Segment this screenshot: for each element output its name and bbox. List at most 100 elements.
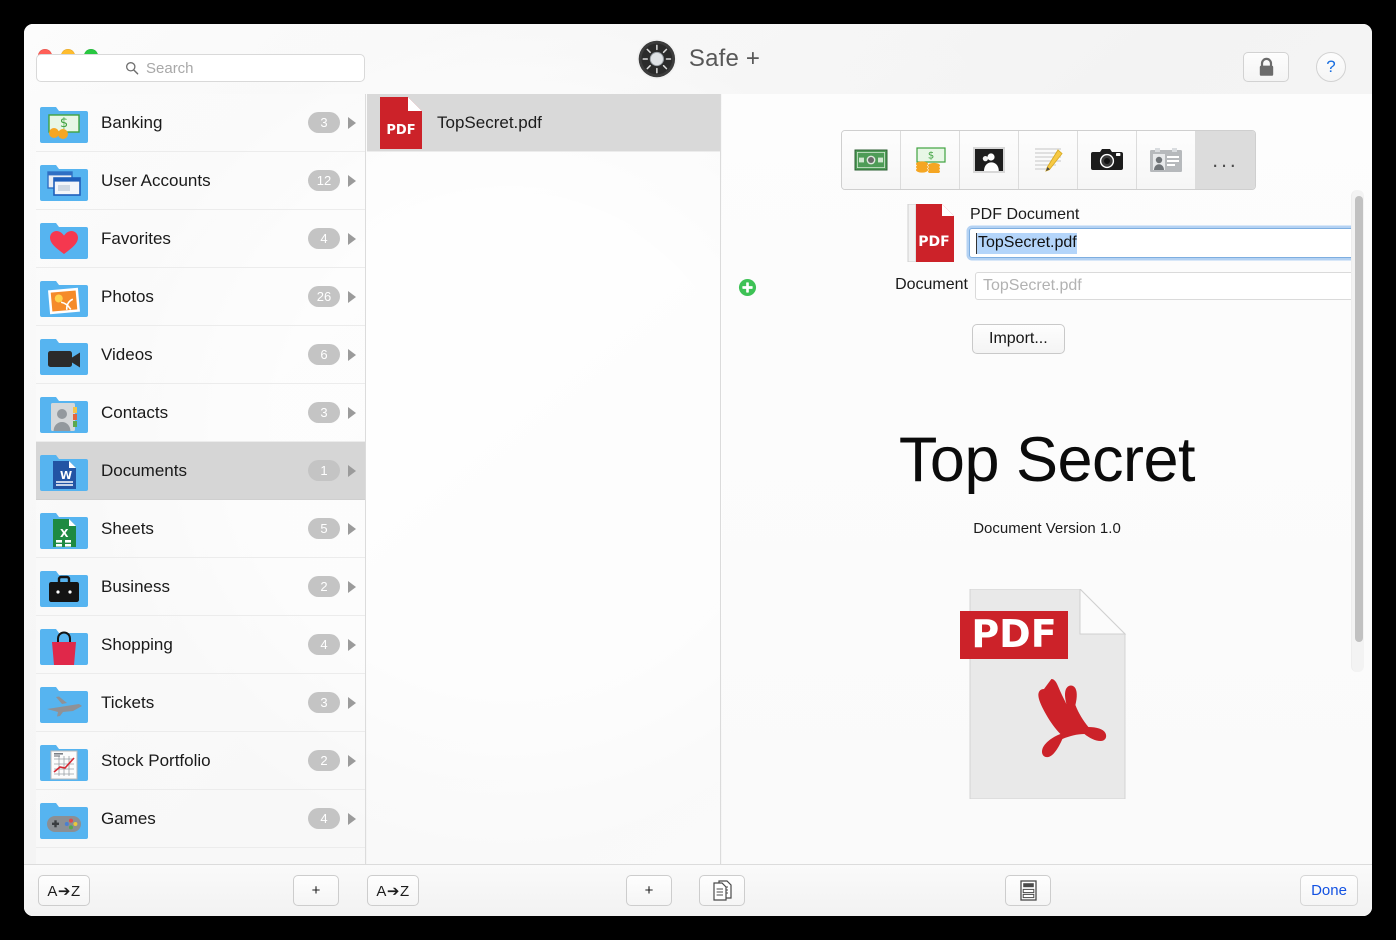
- sidebar-item-games[interactable]: Games 4: [36, 790, 365, 848]
- entry-title-input[interactable]: TopSecret.pdf: [969, 228, 1355, 258]
- id-card-icon: [1150, 148, 1182, 172]
- chevron-right-icon[interactable]: [348, 116, 356, 129]
- folder-contacts-icon: [40, 396, 88, 433]
- add-category-button[interactable]: +: [293, 875, 339, 906]
- sidebar-item-documents[interactable]: W Documents 1: [36, 442, 365, 500]
- add-category-label: +: [311, 882, 321, 899]
- search-input[interactable]: [146, 59, 276, 77]
- chevron-right-icon[interactable]: [348, 638, 356, 651]
- sidebar-item-favorites[interactable]: Favorites 4: [36, 210, 365, 268]
- add-entry-label: +: [644, 882, 654, 899]
- sidebar-item-contacts[interactable]: Contacts 3: [36, 384, 365, 442]
- svg-text:X: X: [60, 527, 69, 540]
- document-input[interactable]: TopSecret.pdf: [975, 272, 1355, 300]
- sidebar-item-business[interactable]: Business 2: [36, 558, 365, 616]
- camera-type-button[interactable]: [1078, 131, 1137, 189]
- help-button[interactable]: ?: [1316, 52, 1346, 82]
- entry-type-toolbar[interactable]: $ ...: [841, 130, 1256, 190]
- sidebar-item-banking[interactable]: $ Banking 3: [36, 94, 365, 152]
- svg-text:W: W: [60, 469, 72, 482]
- sidebar-item-label: Games: [101, 808, 156, 828]
- sidebar-item-photos[interactable]: Photos 26: [36, 268, 365, 326]
- folder-briefcase-icon: [40, 570, 88, 607]
- folder-gamepad-icon: [40, 802, 88, 839]
- chevron-right-icon[interactable]: [348, 406, 356, 419]
- picture-frame-icon: [973, 147, 1005, 173]
- import-button[interactable]: Import...: [972, 324, 1065, 354]
- sidebar-item-videos[interactable]: Videos 6: [36, 326, 365, 384]
- list-item[interactable]: PDF TopSecret.pdf: [367, 94, 720, 152]
- safe-dial-icon: [636, 39, 677, 79]
- chevron-right-icon[interactable]: [348, 232, 356, 245]
- search-field[interactable]: [36, 54, 365, 82]
- sidebar-item-tickets[interactable]: Tickets 3: [36, 674, 365, 732]
- ellipsis-icon: ...: [1212, 148, 1239, 172]
- sidebar-item-label: Favorites: [101, 228, 171, 248]
- duplicate-document-icon: [712, 880, 732, 901]
- done-label: Done: [1311, 882, 1347, 899]
- entry-type-label: PDF Document: [970, 206, 1080, 223]
- chevron-right-icon[interactable]: [348, 696, 356, 709]
- sort-list-button[interactable]: A➔Z: [367, 875, 419, 906]
- add-entry-button[interactable]: +: [626, 875, 672, 906]
- done-button[interactable]: Done: [1300, 875, 1358, 906]
- item-count-badge: 3: [308, 402, 340, 423]
- sidebar-item-label: Stock Portfolio: [101, 750, 211, 770]
- folder-excel-sheet-icon: X: [40, 512, 88, 549]
- chevron-right-icon[interactable]: [348, 812, 356, 825]
- sort-list-label: A➔Z: [376, 882, 410, 900]
- item-count-badge: 1: [308, 460, 340, 481]
- note-type-button[interactable]: [1019, 131, 1078, 189]
- item-count-badge: 3: [308, 112, 340, 133]
- picture-type-button[interactable]: [960, 131, 1019, 189]
- chevron-right-icon[interactable]: [348, 290, 356, 303]
- folder-videocamera-icon: [40, 338, 88, 375]
- sidebar-item-user-accounts[interactable]: User Accounts 12: [36, 152, 365, 210]
- detail-scrollbar[interactable]: [1351, 190, 1364, 672]
- import-label: Import...: [989, 330, 1048, 347]
- chevron-right-icon[interactable]: [348, 754, 356, 767]
- document-placeholder: TopSecret.pdf: [983, 277, 1082, 294]
- preview-icon-banner-text: PDF: [971, 612, 1056, 656]
- chevron-right-icon[interactable]: [348, 464, 356, 477]
- sort-sidebar-button[interactable]: A➔Z: [38, 875, 90, 906]
- chevron-right-icon[interactable]: [348, 174, 356, 187]
- document-field-label: Document: [895, 276, 968, 293]
- lock-button[interactable]: [1243, 52, 1289, 82]
- sidebar-item-label: Shopping: [101, 634, 173, 654]
- app-brand: Safe +: [636, 38, 760, 80]
- sidebar-item-label: Tickets: [101, 692, 155, 712]
- chevron-right-icon[interactable]: [348, 522, 356, 535]
- chevron-right-icon[interactable]: [348, 348, 356, 361]
- idcard-type-button[interactable]: [1137, 131, 1196, 189]
- svg-text:PDF: PDF: [386, 123, 415, 138]
- scrollbar-thumb[interactable]: [1354, 196, 1363, 642]
- app-title: Safe +: [688, 45, 761, 72]
- folder-airplane-icon: [40, 686, 88, 723]
- template-button[interactable]: [1005, 875, 1051, 906]
- item-count-badge: 4: [308, 228, 340, 249]
- folder-word-doc-icon: W: [40, 454, 88, 491]
- banknote-type-button[interactable]: [842, 131, 901, 189]
- duplicate-entry-button[interactable]: [699, 875, 745, 906]
- folder-windows-icon: [40, 164, 88, 201]
- preview-subheading: Document Version 1.0: [973, 520, 1121, 537]
- note-pencil-icon: [1035, 148, 1063, 172]
- pdf-file-icon: PDF: [907, 204, 954, 262]
- money-stack-icon: $: [916, 147, 946, 173]
- entry-list[interactable]: PDF TopSecret.pdf: [367, 94, 721, 864]
- folder-banknote-icon: $: [40, 106, 88, 143]
- sidebar-item-label: Business: [101, 576, 170, 596]
- entry-title-value: TopSecret.pdf: [976, 232, 1077, 254]
- banknote-icon: [854, 149, 888, 171]
- more-types-button[interactable]: ...: [1196, 131, 1255, 189]
- sidebar-item-sheets[interactable]: X Sheets 5: [36, 500, 365, 558]
- sidebar-item-shopping[interactable]: Shopping 4: [36, 616, 365, 674]
- svg-text:$: $: [60, 116, 68, 131]
- money-type-button[interactable]: $: [901, 131, 960, 189]
- green-plus-icon[interactable]: [738, 278, 757, 297]
- sidebar-item-stock-portfolio[interactable]: Stock Portfolio 2: [36, 732, 365, 790]
- template-layout-icon: [1019, 880, 1037, 901]
- sidebar[interactable]: $ Banking 3 User Accounts 12 Favorites 4…: [36, 94, 366, 864]
- chevron-right-icon[interactable]: [348, 580, 356, 593]
